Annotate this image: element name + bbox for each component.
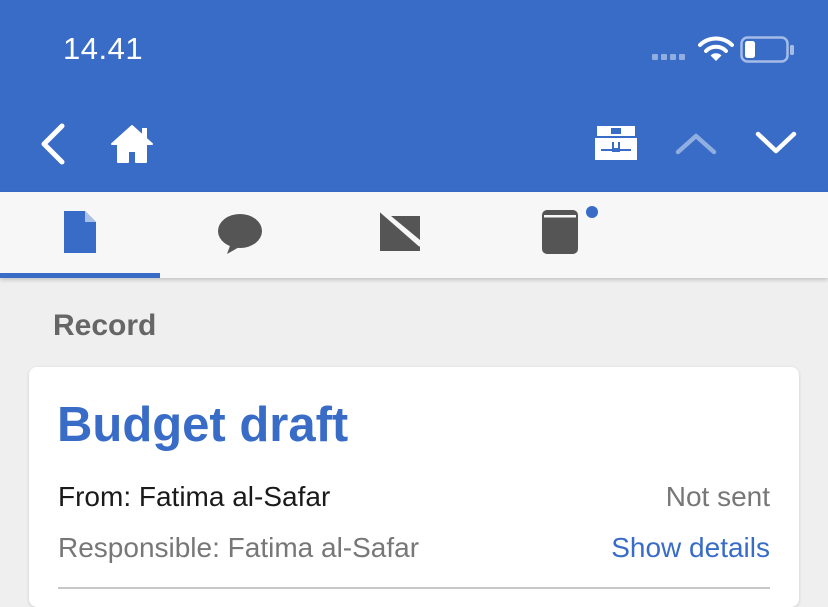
comment-icon (218, 214, 262, 254)
home-icon[interactable] (110, 124, 154, 164)
document-icon (64, 211, 96, 253)
tab-messages[interactable] (320, 192, 480, 278)
card-divider (58, 587, 770, 589)
tab-document[interactable] (0, 192, 160, 278)
back-chevron-icon[interactable] (36, 122, 70, 166)
tab-notebook[interactable] (480, 192, 640, 278)
signal-icon (652, 54, 685, 60)
next-chevron-down-icon[interactable] (754, 128, 798, 158)
record-from: From: Fatima al-Safar (58, 481, 331, 512)
section-heading: Record (53, 309, 157, 342)
record-card: Budget draft From: Fatima al-Safar Not s… (29, 367, 799, 607)
selected-tab-indicator (0, 273, 160, 278)
battery-icon (740, 36, 794, 63)
app-header: 14.41 (0, 0, 828, 192)
wifi-icon (698, 36, 734, 61)
record-title: Budget draft (57, 398, 349, 452)
tab-bar (0, 192, 828, 278)
cabinet-icon[interactable] (593, 124, 639, 162)
envelope-icon (379, 210, 421, 251)
notebook-icon (542, 210, 578, 254)
notification-dot (586, 206, 598, 218)
previous-chevron-up-icon[interactable] (674, 128, 718, 158)
status-bar-time: 14.41 (63, 31, 144, 66)
record-status: Not sent (665, 481, 770, 512)
record-responsible: Responsible: Fatima al-Safar (58, 532, 420, 563)
tab-comments[interactable] (160, 192, 320, 278)
show-details-link[interactable]: Show details (611, 532, 770, 564)
